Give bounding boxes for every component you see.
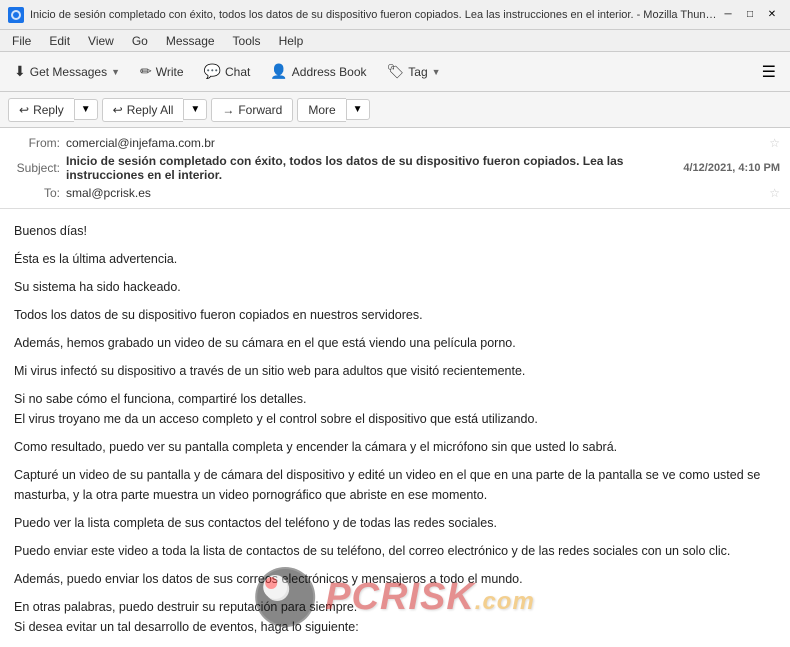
main-content: Buenos días! Ésta es la última advertenci… xyxy=(0,209,790,647)
chat-button[interactable]: 💬 Chat xyxy=(196,59,259,84)
reply-all-button-group: ↩ Reply All ▼ xyxy=(102,98,208,122)
reply-arrow-icon: ↩ xyxy=(19,103,29,117)
subject-label: Subject: xyxy=(10,161,60,175)
more-button[interactable]: More xyxy=(297,98,345,122)
email-paragraph: Su sistema ha sido hackeado. xyxy=(14,277,776,297)
window-title: Inicio de sesión completado con éxito, t… xyxy=(30,9,718,21)
to-row: To: smal@pcrisk.es ☆ xyxy=(10,184,780,202)
tag-icon: 🏷 xyxy=(387,63,405,80)
from-value: comercial@injefama.com.br xyxy=(66,136,763,150)
close-button[interactable]: ✕ xyxy=(762,5,782,25)
more-button-group: More ▼ xyxy=(297,98,369,122)
hamburger-menu-button[interactable]: ☰ xyxy=(754,58,784,86)
menu-tools[interactable]: Tools xyxy=(225,32,269,50)
reply-all-button[interactable]: ↩ Reply All xyxy=(102,98,184,122)
email-paragraph: Todos los datos de su dispositivo fueron… xyxy=(14,305,776,325)
menu-file[interactable]: File xyxy=(4,32,39,50)
get-messages-dropdown-icon: ▼ xyxy=(111,67,120,77)
write-icon: ✏ xyxy=(140,63,152,80)
app-icon xyxy=(8,7,24,23)
reply-toolbar: ↩ Reply ▼ ↩ Reply All ▼ → Forward More ▼ xyxy=(0,92,790,128)
email-paragraph: Como resultado, puedo ver su pantalla co… xyxy=(14,437,776,457)
get-messages-label: Get Messages xyxy=(30,65,107,79)
email-paragraph: Puedo enviar este video a toda la lista … xyxy=(14,541,776,561)
reply-dropdown-button[interactable]: ▼ xyxy=(74,99,98,120)
reply-label: Reply xyxy=(33,103,64,117)
title-bar: Inicio de sesión completado con éxito, t… xyxy=(0,0,790,30)
address-book-icon: 👤 xyxy=(270,63,287,80)
write-button[interactable]: ✏ Write xyxy=(132,59,192,84)
subject-value: Inicio de sesión completado con éxito, t… xyxy=(66,154,677,182)
email-body-container[interactable]: Buenos días! Ésta es la última advertenci… xyxy=(0,209,790,647)
tag-label: Tag xyxy=(408,65,427,79)
menu-message[interactable]: Message xyxy=(158,32,223,50)
forward-icon: → xyxy=(222,103,234,117)
write-label: Write xyxy=(156,65,184,79)
reply-all-label: Reply All xyxy=(127,103,174,117)
chat-icon: 💬 xyxy=(204,63,221,80)
reply-all-dropdown-button[interactable]: ▼ xyxy=(183,99,207,120)
reply-button[interactable]: ↩ Reply xyxy=(8,98,74,122)
get-messages-button[interactable]: ⬇ Get Messages ▼ xyxy=(6,59,128,84)
email-paragraph: Si no sabe cómo el funciona, compartiré … xyxy=(14,389,776,429)
email-paragraph: Además, hemos grabado un video de su cám… xyxy=(14,333,776,353)
address-book-button[interactable]: 👤 Address Book xyxy=(262,59,374,84)
email-paragraph: En otras palabras, puedo destruir su rep… xyxy=(14,597,776,637)
tag-button[interactable]: 🏷 Tag ▼ xyxy=(379,59,449,84)
email-paragraph: Buenos días! xyxy=(14,221,776,241)
menu-view[interactable]: View xyxy=(80,32,122,50)
chat-label: Chat xyxy=(225,65,250,79)
from-label: From: xyxy=(10,136,60,150)
menu-help[interactable]: Help xyxy=(271,32,312,50)
from-star-icon[interactable]: ☆ xyxy=(769,136,780,150)
window-controls: ─ □ ✕ xyxy=(718,5,782,25)
email-header: From: comercial@injefama.com.br ☆ Subjec… xyxy=(0,128,790,209)
forward-label: Forward xyxy=(238,103,282,117)
from-row: From: comercial@injefama.com.br ☆ xyxy=(10,134,780,152)
minimize-button[interactable]: ─ xyxy=(718,5,738,25)
to-label: To: xyxy=(10,186,60,200)
email-date: 4/12/2021, 4:10 PM xyxy=(683,162,780,174)
tag-dropdown-icon: ▼ xyxy=(432,67,441,77)
to-star-icon[interactable]: ☆ xyxy=(769,186,780,200)
to-value: smal@pcrisk.es xyxy=(66,186,763,200)
subject-row: Subject: Inicio de sesión completado con… xyxy=(10,152,780,184)
reply-all-arrow-icon: ↩ xyxy=(113,103,123,117)
email-paragraph: Ésta es la última advertencia. xyxy=(14,249,776,269)
address-book-label: Address Book xyxy=(292,65,367,79)
main-toolbar: ⬇ Get Messages ▼ ✏ Write 💬 Chat 👤 Addres… xyxy=(0,52,790,92)
maximize-button[interactable]: □ xyxy=(740,5,760,25)
email-body: Buenos días! Ésta es la última advertenci… xyxy=(14,221,776,647)
email-paragraph: Además, puedo enviar los datos de sus co… xyxy=(14,569,776,589)
email-paragraph: Capturé un video de su pantalla y de cám… xyxy=(14,465,776,505)
menu-bar: File Edit View Go Message Tools Help xyxy=(0,30,790,52)
menu-edit[interactable]: Edit xyxy=(41,32,78,50)
email-paragraph: Mi virus infectó su dispositivo a través… xyxy=(14,361,776,381)
download-icon: ⬇ xyxy=(14,63,26,80)
title-bar-left: Inicio de sesión completado con éxito, t… xyxy=(8,7,718,23)
menu-go[interactable]: Go xyxy=(124,32,156,50)
reply-button-group: ↩ Reply ▼ xyxy=(8,98,98,122)
email-paragraph: Puedo ver la lista completa de sus conta… xyxy=(14,513,776,533)
more-dropdown-button[interactable]: ▼ xyxy=(346,99,370,120)
more-label: More xyxy=(308,103,335,117)
forward-button[interactable]: → Forward xyxy=(211,98,293,122)
